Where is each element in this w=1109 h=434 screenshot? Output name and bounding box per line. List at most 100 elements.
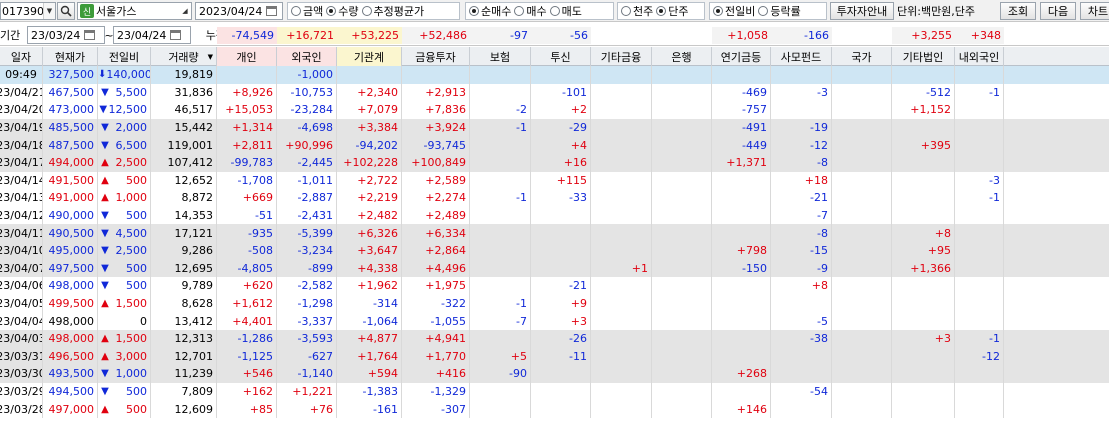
investor-value-cell (832, 83, 892, 102)
investor-value-cell: +2,722 (337, 171, 402, 190)
volume-cell: 12,701 (151, 347, 217, 366)
column-header[interactable]: 현재가 (43, 47, 98, 66)
investor-value-cell: +1,152 (892, 101, 955, 119)
date-field[interactable]: 2023/04/24 (195, 2, 283, 20)
column-header[interactable]: 개인 (217, 47, 277, 66)
column-header[interactable]: 은행 (652, 47, 712, 66)
column-header[interactable]: 기타금융 (591, 47, 652, 66)
period-to-field[interactable]: 23/04/24 (113, 26, 191, 44)
investor-value-cell: -1 (955, 83, 1004, 102)
investor-value-cell: -307 (402, 400, 470, 418)
column-header[interactable]: 투신 (531, 47, 591, 66)
table-row[interactable]: 23/04/18487,500▼ 6,500119,001+2,811+90,99… (0, 136, 1109, 154)
table-row[interactable]: 09:49 327,500 ⬇ 140,000 19,819 -1,000 (0, 66, 1109, 84)
table-row[interactable]: 23/04/07497,500▼ 500 12,695-4,805-899+4,33… (0, 259, 1109, 278)
investor-value-cell: -2,445 (277, 153, 337, 172)
investor-value-cell (591, 365, 652, 383)
radio-change-rate[interactable]: 등락률 (758, 3, 801, 19)
column-header[interactable]: 내외국인 (955, 47, 1004, 66)
investor-value-cell (591, 382, 652, 401)
stock-name-dropdown-icon[interactable]: ◢ (179, 3, 191, 19)
column-header[interactable]: 기타법인 (892, 47, 955, 66)
column-header[interactable]: 외국인 (277, 47, 337, 66)
price-cell: 495,000 (43, 241, 98, 260)
investor-value-cell: -51 (217, 206, 277, 225)
investor-value-cell (591, 101, 652, 119)
investor-value-cell: -491 (712, 118, 771, 137)
next-button[interactable]: 다음 (1040, 2, 1076, 20)
radio-thousand-shares[interactable]: 천주 (621, 3, 653, 19)
period-to-calendar-icon[interactable] (170, 30, 182, 40)
table-row[interactable]: 23/04/19485,500▼2,00015,442+1,314-4,698+… (0, 118, 1109, 137)
radio-buy[interactable]: 매수 (514, 3, 547, 19)
table-row[interactable]: 23/04/06498,000▼ 500 9,789+620-2,582+1,962… (0, 277, 1109, 295)
investor-value-cell: -3,593 (277, 329, 337, 348)
investor-value-cell (712, 329, 771, 348)
investor-value-cell (470, 136, 531, 154)
radio-net-buy[interactable]: 순매수 (469, 3, 511, 19)
date-cell: 23/04/14 (0, 171, 43, 190)
stock-code-field[interactable]: 017390 ▼ (0, 2, 56, 20)
change-value: 3,000 (115, 349, 148, 363)
table-row[interactable]: 23/03/28497,000▲ 500 12,609+85+76-161-307 +… (0, 400, 1109, 418)
table-row[interactable]: 23/04/12490,000▼ 500 14,353-51-2,431+2,482… (0, 206, 1109, 225)
price-cell: 490,500 (43, 224, 98, 242)
investor-value-cell (591, 294, 652, 313)
column-header[interactable]: 금융투자 (402, 47, 470, 66)
table-row[interactable]: 23/04/10495,000▼ 2,5009,286-508-3,234+3,6… (0, 241, 1109, 260)
radio-avg-price[interactable]: 추정평균가 (361, 3, 424, 19)
query-button[interactable]: 조회 (1000, 2, 1036, 20)
cumulative-sum: -74,549 (217, 27, 277, 44)
search-button[interactable] (57, 2, 75, 20)
new-badge: 신 (80, 4, 94, 18)
sort-dropdown-icon[interactable]: ▼ (208, 53, 213, 61)
investor-value-cell (771, 101, 832, 119)
period-from-calendar-icon[interactable] (84, 30, 96, 40)
radio-single-shares[interactable]: 단주 (656, 3, 689, 19)
table-row[interactable]: 23/04/21467,500▼ 5,50031,836+8,926-10,753… (0, 83, 1109, 102)
radio-amount[interactable]: 금액 (291, 3, 323, 19)
column-header[interactable]: 일자 (0, 47, 43, 66)
cumulative-sum: +53,225 (337, 27, 402, 44)
table-row[interactable]: 23/04/20473,000▼12,50046,517+15,053-23,2… (0, 101, 1109, 119)
table-row[interactable]: 23/04/14491,500▲50012,652-1,708-1,011+2,… (0, 171, 1109, 190)
investor-value-cell: -1 (470, 294, 531, 313)
radio-quantity[interactable]: 수량 (326, 3, 359, 19)
period-from-field[interactable]: 23/03/24 (27, 26, 105, 44)
investor-value-cell (470, 206, 531, 225)
table-row[interactable]: 23/04/13491,000▲1,0008,872+669-2,887+2,2… (0, 189, 1109, 207)
investor-value-cell: -1 (955, 329, 1004, 348)
column-header[interactable]: 국가 (832, 47, 892, 66)
investor-value-cell: +546 (217, 365, 277, 383)
column-header[interactable]: 보험 (470, 47, 531, 66)
chart-button[interactable]: 차트 (1080, 2, 1109, 20)
column-header[interactable]: 연기금등 (712, 47, 771, 66)
table-row[interactable]: 23/04/03498,000▲1,50012,313-1,286-3,593+… (0, 329, 1109, 348)
table-row[interactable]: 23/04/04498,000 0 13,412+4,401-3,337-1,064… (0, 312, 1109, 330)
radio-prev-day[interactable]: 전일비 (713, 3, 755, 19)
column-header[interactable]: 사모펀드 (771, 47, 832, 66)
column-header[interactable]: 기관계 (337, 47, 402, 66)
table-row[interactable]: 23/04/05499,500▲1,5008,628+1,612-1,298-3… (0, 294, 1109, 313)
investor-value-cell: -1,055 (402, 312, 470, 330)
table-row[interactable]: 23/04/17494,000▲ 2,500107,412-99,783-2,44… (0, 153, 1109, 172)
table-row[interactable]: 23/03/29494,500▼ 500 7,809+162+1,221-1,383… (0, 382, 1109, 401)
stock-code-dropdown-icon[interactable]: ▼ (43, 3, 55, 19)
column-header[interactable]: 전일비 (98, 47, 151, 66)
column-header[interactable]: 거래량 ▼ (151, 47, 217, 66)
radio-sell[interactable]: 매도 (549, 3, 582, 19)
stock-name-field[interactable]: 신 서울가스 ◢ (77, 2, 192, 20)
investor-value-cell (955, 118, 1004, 137)
investor-value-cell: +1,612 (217, 294, 277, 313)
investor-value-cell: -508 (217, 241, 277, 260)
calendar-icon[interactable] (266, 6, 278, 16)
table-row[interactable]: 23/03/30493,500▼ 1,00011,239+546-1,140+59… (0, 365, 1109, 383)
investor-value-cell (832, 189, 892, 207)
table-row[interactable]: 23/03/31496,500▲3,00012,701-1,125-627+1,… (0, 347, 1109, 366)
investor-value-cell: +8 (771, 277, 832, 295)
change-cell: ▲ 1,500 (98, 294, 151, 313)
table-row[interactable]: 23/04/11490,500▼4,50017,121-935-5,399+6,… (0, 224, 1109, 242)
investor-value-cell (892, 347, 955, 366)
investor-guide-button[interactable]: 투자자안내 (830, 2, 894, 20)
radio-quantity-dot (326, 6, 337, 16)
